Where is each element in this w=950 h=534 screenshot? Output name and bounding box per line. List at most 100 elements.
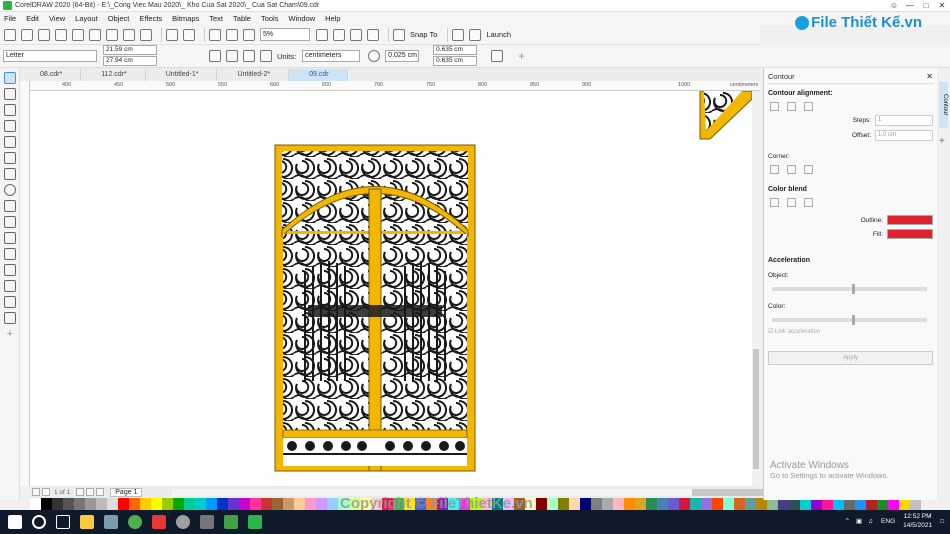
palette-swatch[interactable] (602, 498, 613, 510)
minimize-button[interactable]: — (902, 0, 918, 12)
app-launcher-icon[interactable] (469, 28, 482, 41)
task-view-icon[interactable] (56, 515, 70, 529)
vertical-ruler[interactable] (20, 81, 30, 486)
palette-swatch[interactable] (184, 498, 195, 510)
page-size-select[interactable]: Letter (3, 50, 97, 62)
rulers-icon[interactable] (333, 28, 345, 41)
palette-swatch[interactable] (580, 498, 591, 510)
tab-112[interactable]: 112.cdr* (81, 69, 146, 81)
grid-icon[interactable] (350, 28, 362, 41)
tray-chevron-icon[interactable]: ⌃ (845, 517, 850, 525)
palette-swatch[interactable] (547, 498, 558, 510)
palette-swatch[interactable] (52, 498, 63, 510)
parallel-dimension-tool-icon[interactable] (4, 232, 16, 244)
rectangle-tool-icon[interactable] (4, 168, 16, 180)
menu-bitmaps[interactable]: Bitmaps (172, 14, 199, 23)
drawing-canvas[interactable] (30, 90, 753, 486)
palette-swatch[interactable] (195, 498, 206, 510)
menu-text[interactable]: Text (209, 14, 223, 23)
user-icon[interactable]: ☺ (886, 0, 902, 12)
contour-side-tab[interactable]: Contour (939, 82, 948, 128)
landscape-icon[interactable] (226, 50, 238, 62)
pick-tool-icon[interactable] (4, 72, 16, 84)
app-green-icon[interactable] (224, 515, 238, 529)
steps-input[interactable]: 1 (875, 115, 933, 126)
palette-swatch[interactable] (217, 498, 228, 510)
add-page-button[interactable] (96, 488, 105, 496)
palette-swatch[interactable] (558, 498, 569, 510)
palette-swatch[interactable] (140, 498, 151, 510)
palette-swatch[interactable] (173, 498, 184, 510)
color-acceleration-slider[interactable] (772, 315, 927, 325)
page-width-input[interactable]: 21.59 cm (103, 45, 157, 55)
duplicate-y-input[interactable]: 0.635 cm (433, 56, 478, 66)
palette-swatch[interactable] (129, 498, 140, 510)
next-page-button[interactable] (76, 488, 85, 496)
docker-close-icon[interactable]: ✕ (926, 72, 933, 81)
horizontal-ruler[interactable]: 400 450 500 550 600 650 700 750 800 850 … (30, 81, 760, 91)
app-gray-icon[interactable] (176, 515, 190, 529)
tab-08[interactable]: 08.cdr* (20, 69, 82, 81)
drop-shadow-tool-icon[interactable] (4, 264, 16, 276)
palette-swatch[interactable] (206, 498, 217, 510)
first-page-button[interactable] (32, 488, 40, 496)
shape-tool-icon[interactable] (4, 88, 16, 100)
palette-swatch[interactable] (723, 498, 734, 510)
slider-knob[interactable] (852, 284, 855, 294)
menu-layout[interactable]: Layout (75, 14, 98, 23)
palette-swatch[interactable] (107, 498, 118, 510)
close-button[interactable]: ✕ (934, 0, 950, 12)
coreldraw-taskbar-icon[interactable] (248, 515, 262, 529)
menu-tools[interactable]: Tools (261, 14, 279, 23)
tab-09[interactable]: 09.cdr (289, 69, 348, 81)
palette-swatch[interactable] (151, 498, 162, 510)
text-tool-icon[interactable] (4, 216, 16, 228)
outside-icon[interactable] (804, 102, 813, 111)
counterclockwise-blend-icon[interactable] (804, 198, 813, 207)
gate-drawing[interactable] (30, 90, 753, 486)
palette-swatch[interactable] (250, 498, 261, 510)
import-icon[interactable] (209, 28, 221, 41)
palette-swatch[interactable] (668, 498, 679, 510)
portrait-icon[interactable] (209, 50, 221, 62)
tab-untitled-1[interactable]: Untitled-1* (146, 69, 218, 81)
menu-object[interactable]: Object (108, 14, 130, 23)
search-icon[interactable] (32, 515, 46, 529)
palette-swatch[interactable] (657, 498, 668, 510)
last-page-button[interactable] (86, 488, 95, 496)
palette-swatch[interactable] (228, 498, 239, 510)
palette-swatch[interactable] (646, 498, 657, 510)
palette-swatch[interactable] (701, 498, 712, 510)
print-icon[interactable] (89, 28, 101, 41)
cloud-download-icon[interactable] (72, 28, 84, 41)
page-height-input[interactable]: 27.94 cm (103, 56, 157, 66)
export-pdf-icon[interactable] (243, 28, 255, 41)
palette-swatch[interactable] (569, 498, 580, 510)
palette-swatch[interactable] (162, 498, 173, 510)
treat-as-filled-icon[interactable] (491, 50, 504, 62)
apply-button[interactable]: Apply (768, 351, 933, 365)
volume-icon[interactable]: ♫ (868, 518, 873, 525)
linear-blend-icon[interactable] (770, 198, 779, 207)
menu-edit[interactable]: Edit (26, 14, 39, 23)
palette-swatch[interactable] (294, 498, 305, 510)
chrome-icon[interactable] (128, 515, 142, 529)
vertical-scrollbar[interactable] (752, 91, 760, 486)
crop-tool-icon[interactable] (4, 104, 16, 116)
photos-icon[interactable] (104, 515, 118, 529)
transparency-tool-icon[interactable] (4, 280, 16, 292)
round-corner-icon[interactable] (787, 165, 796, 174)
add-plus-icon[interactable]: + (518, 49, 525, 63)
palette-swatch[interactable] (239, 498, 250, 510)
new-document-icon[interactable] (4, 28, 16, 41)
palette-swatch[interactable] (624, 498, 635, 510)
launch-dropdown[interactable]: Launch (486, 30, 511, 39)
zoom-tool-icon[interactable] (4, 120, 16, 132)
palette-swatch[interactable] (30, 498, 41, 510)
palette-swatch[interactable] (85, 498, 96, 510)
zoom-level-select[interactable]: 5% (260, 28, 310, 41)
interactive-fill-tool-icon[interactable] (4, 312, 16, 324)
freehand-tool-icon[interactable] (4, 136, 16, 148)
artistic-media-tool-icon[interactable] (4, 152, 16, 164)
link-acceleration-checkbox[interactable]: ☑ Link acceleration (768, 328, 933, 335)
